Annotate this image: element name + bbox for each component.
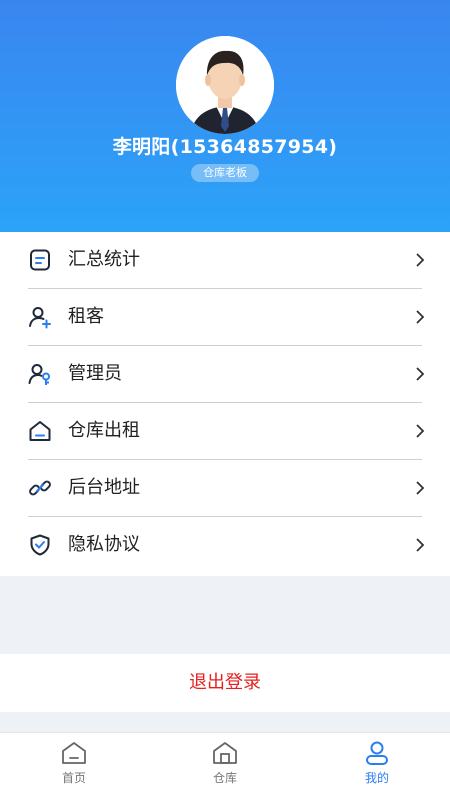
chevron-right-icon: [416, 481, 425, 495]
menu-item-tenants[interactable]: 租客: [0, 289, 450, 346]
chevron-right-icon: [416, 538, 425, 552]
menu-item-summary[interactable]: 汇总统计: [0, 232, 450, 289]
menu-item-warehouse-rental[interactable]: 仓库出租: [0, 403, 450, 460]
summary-icon: [30, 249, 50, 271]
chevron-right-icon: [416, 310, 425, 324]
home-icon: [62, 742, 86, 764]
chevron-right-icon: [416, 367, 425, 381]
logout-button[interactable]: 退出登录: [0, 654, 450, 712]
menu-item-privacy-policy[interactable]: 隐私协议: [0, 517, 450, 574]
chevron-right-icon: [416, 253, 425, 267]
settings-menu: 汇总统计 租客 管理员 仓库出租 后台地址 隐私协议: [0, 232, 450, 576]
tab-mine[interactable]: 我的: [337, 739, 417, 795]
role-badge: 仓库老板: [191, 164, 259, 182]
tab-warehouse[interactable]: 仓库: [185, 739, 265, 795]
menu-item-label: 管理员: [68, 363, 122, 384]
profile-icon: [366, 741, 388, 765]
warehouse-icon: [213, 742, 237, 764]
tab-label: 首页: [61, 771, 86, 785]
menu-item-label: 仓库出租: [68, 420, 140, 441]
chevron-right-icon: [416, 424, 425, 438]
menu-item-label: 租客: [68, 306, 104, 327]
avatar[interactable]: [176, 36, 274, 134]
add-user-icon: [29, 307, 51, 329]
tab-label: 我的: [364, 771, 389, 785]
user-name-phone: 李明阳(15364857954): [112, 136, 338, 158]
tab-label: 仓库: [212, 771, 237, 785]
menu-item-backend-address[interactable]: 后台地址: [0, 460, 450, 517]
warehouse-icon: [29, 421, 51, 441]
link-icon: [29, 480, 51, 496]
menu-item-label: 后台地址: [68, 477, 140, 498]
shield-check-icon: [30, 534, 50, 556]
bottom-tab-bar: 首页 仓库 我的: [0, 732, 450, 800]
profile-header: 李明阳(15364857954) 仓库老板: [0, 0, 450, 232]
menu-item-label: 汇总统计: [68, 249, 140, 270]
menu-item-label: 隐私协议: [68, 534, 140, 555]
menu-item-admins[interactable]: 管理员: [0, 346, 450, 403]
tab-home[interactable]: 首页: [34, 739, 114, 795]
admin-key-icon: [28, 364, 50, 385]
